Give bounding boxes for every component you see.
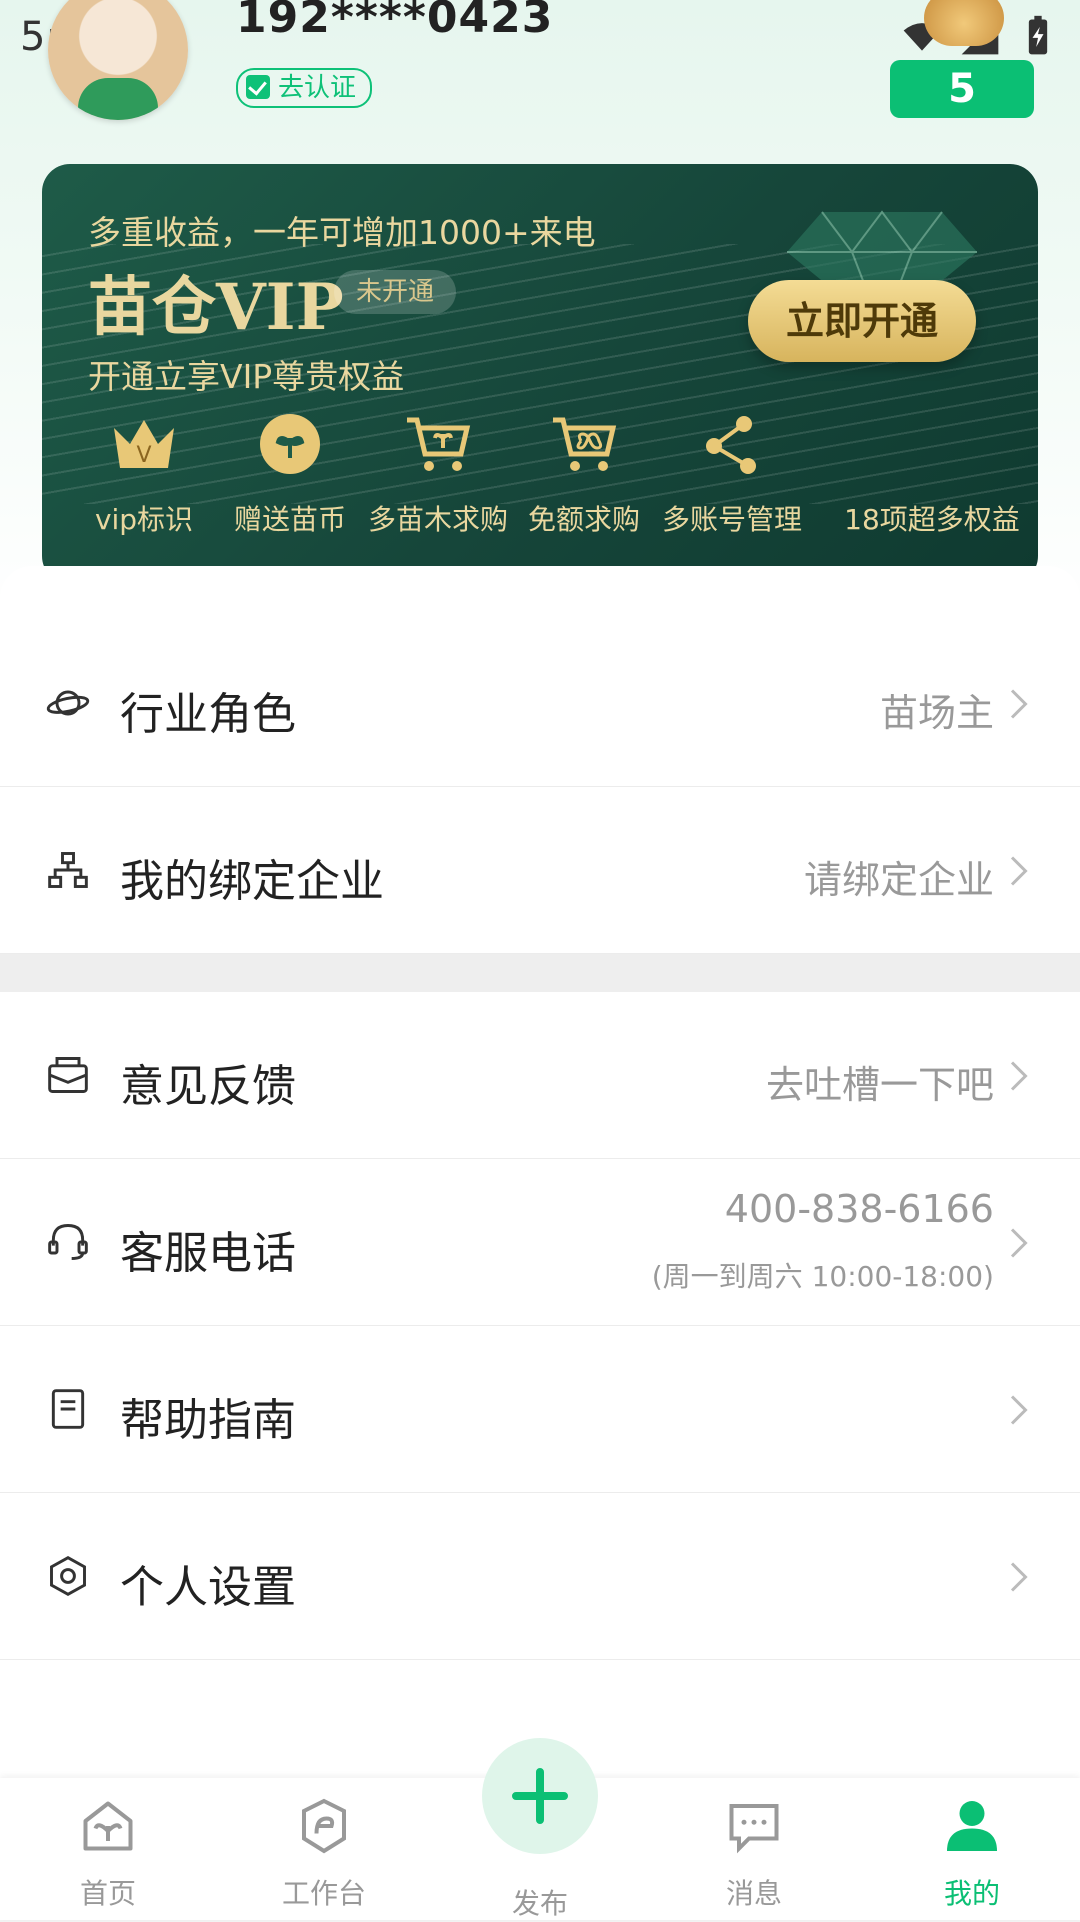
crown-icon: V — [114, 420, 174, 468]
menu-item-feedback[interactable]: 意见反馈 去吐槽一下吧 — [0, 992, 1080, 1159]
nav-label: 首页 — [79, 1877, 136, 1910]
publish-button[interactable] — [482, 1738, 598, 1854]
menu-label: 行业角色 — [120, 689, 296, 740]
coin-icon — [924, 0, 1004, 46]
nav-label: 我的 — [943, 1877, 1000, 1910]
user-icon — [947, 1801, 997, 1851]
chevron-right-icon — [1010, 1061, 1028, 1091]
vip-card[interactable]: 多重收益，一年可增加1000+来电 苗仓VIP 未开通 开通立享VIP尊贵权益 … — [42, 164, 1038, 584]
home-icon — [83, 1801, 133, 1851]
menu-label: 帮助指南 — [120, 1395, 296, 1446]
benefit-label: 赠送苗币 — [233, 503, 346, 536]
chevron-right-icon — [1010, 689, 1028, 719]
username: 192****0423 — [236, 0, 554, 43]
plus-icon — [512, 1768, 568, 1824]
menu-value: 请绑定企业 — [803, 858, 994, 902]
battery-icon — [1028, 15, 1048, 55]
open-vip-button[interactable]: 立即开通 — [748, 280, 976, 362]
benefit-free-purchase[interactable]: 免额求购 — [504, 408, 664, 538]
nav-home[interactable]: 首页 — [38, 1796, 178, 1912]
svg-text:V: V — [136, 443, 151, 468]
headset-icon — [48, 1224, 88, 1260]
nav-label: 消息 — [725, 1877, 782, 1910]
menu-label: 我的绑定企业 — [120, 856, 384, 907]
menu-section-support: 意见反馈 去吐槽一下吧 客服电话 400-838-6166 (周一到周六 10:… — [0, 992, 1080, 1788]
seedling-coin-icon — [260, 414, 320, 474]
org-chart-icon — [48, 852, 88, 888]
cart-plant-icon — [407, 417, 471, 471]
message-icon — [729, 1804, 779, 1854]
benefit-multi-account[interactable]: 多账号管理 — [652, 408, 812, 538]
menu-item-bind-company[interactable]: 我的绑定企业 请绑定企业 — [0, 787, 1080, 954]
vip-subtitle: 多重收益，一年可增加1000+来电 — [88, 213, 596, 252]
coin-badge[interactable]: 5 — [890, 60, 1034, 118]
menu-item-service-phone[interactable]: 客服电话 400-838-6166 (周一到周六 10:00-18:00) — [0, 1159, 1080, 1326]
settings-hex-icon — [50, 1555, 86, 1597]
settings-menu: 行业角色 苗场主 我的绑定企业 请绑定企业 意见反馈 去吐槽一下吧 客服电话 4… — [0, 566, 1080, 1788]
verified-check-icon — [246, 75, 270, 99]
chevron-right-icon — [1010, 1562, 1028, 1592]
nav-workbench[interactable]: 工作台 — [254, 1796, 394, 1912]
vip-description: 开通立享VIP尊贵权益 — [88, 357, 405, 396]
publish-label: 发布 — [511, 1887, 568, 1920]
benefit-coin-gift[interactable]: 赠送苗币 — [210, 408, 370, 538]
menu-value: 去吐槽一下吧 — [765, 1063, 994, 1107]
menu-value: 苗场主 — [879, 691, 994, 735]
benefit-vip-mark[interactable]: V vip标识 — [64, 408, 224, 538]
chevron-right-icon — [1010, 1228, 1028, 1258]
service-phone-number[interactable]: 400-838-6166 — [725, 1187, 994, 1231]
menu-label: 客服电话 — [120, 1228, 296, 1279]
benefit-label: 多苗木求购 — [367, 503, 508, 536]
benefit-multi-purchase[interactable]: 多苗木求购 — [358, 408, 518, 538]
benefit-label: 18项超多权益 — [844, 503, 1020, 536]
nav-messages[interactable]: 消息 — [684, 1796, 824, 1912]
chevron-right-icon — [1010, 1395, 1028, 1425]
nav-label: 工作台 — [281, 1877, 366, 1910]
verify-button[interactable]: 去认证 — [236, 68, 373, 108]
cart-infinite-icon — [553, 417, 617, 471]
benefit-label: vip标识 — [94, 503, 194, 536]
chevron-right-icon — [1010, 856, 1028, 886]
document-icon — [51, 1389, 85, 1429]
share-nodes-icon — [706, 416, 756, 474]
benefit-more[interactable]: 18项超多权益 — [832, 408, 1032, 538]
vip-benefits: V vip标识 赠送苗币 多苗木求购 免额求购 多账号管理 18项超多权益 — [42, 408, 1038, 558]
benefit-label: 免额求购 — [527, 503, 640, 536]
benefit-label: 多账号管理 — [661, 503, 802, 536]
menu-label: 个人设置 — [120, 1562, 296, 1613]
verify-label: 去认证 — [278, 73, 357, 103]
menu-item-settings[interactable]: 个人设置 — [0, 1493, 1080, 1660]
vip-status-badge: 未开通 — [334, 270, 457, 314]
menu-section-account: 行业角色 苗场主 我的绑定企业 请绑定企业 — [0, 566, 1080, 954]
workbench-icon — [302, 1798, 346, 1854]
vip-title: 苗仓VIP — [88, 270, 344, 345]
mail-open-icon — [48, 1057, 88, 1093]
section-divider — [0, 954, 1080, 992]
menu-item-help[interactable]: 帮助指南 — [0, 1326, 1080, 1493]
menu-item-industry-role[interactable]: 行业角色 苗场主 — [0, 620, 1080, 787]
service-hours: (周一到周六 10:00-18:00) — [651, 1260, 994, 1293]
nav-mine[interactable]: 我的 — [902, 1796, 1042, 1912]
menu-label: 意见反馈 — [120, 1061, 296, 1112]
planet-icon — [46, 690, 90, 716]
